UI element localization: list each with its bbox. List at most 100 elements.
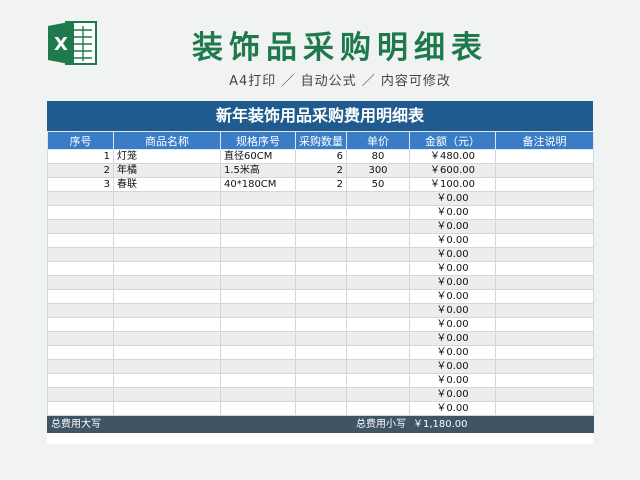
cell-price[interactable]: 50 [346, 177, 410, 192]
cell-name[interactable] [113, 289, 221, 304]
cell-spec[interactable] [220, 289, 296, 304]
cell-name[interactable] [113, 233, 221, 248]
cell-no[interactable] [47, 359, 114, 374]
cell-spec[interactable]: 直径60CM [220, 149, 296, 164]
cell-no[interactable] [47, 191, 114, 206]
cell-no[interactable]: 2 [47, 163, 114, 178]
cell-spec[interactable]: 1.5米高 [220, 163, 296, 178]
cell-qty[interactable] [295, 275, 347, 290]
cell-note[interactable] [495, 177, 594, 192]
cell-spec[interactable] [220, 359, 296, 374]
cell-name[interactable] [113, 247, 221, 262]
footer-note-cell[interactable] [495, 415, 594, 433]
cell-price[interactable] [346, 233, 410, 248]
cell-note[interactable] [495, 289, 594, 304]
cell-qty[interactable] [295, 247, 347, 262]
cell-no[interactable] [47, 387, 114, 402]
cell-qty[interactable] [295, 219, 347, 234]
cell-note[interactable] [495, 303, 594, 318]
cell-amount[interactable]: ￥0.00 [409, 387, 496, 402]
cell-price[interactable] [346, 261, 410, 276]
cell-no[interactable] [47, 303, 114, 318]
cell-amount[interactable]: ￥0.00 [409, 317, 496, 332]
cell-spec[interactable] [220, 191, 296, 206]
cell-name[interactable]: 年橘 [113, 163, 221, 178]
total-lower-value[interactable]: ￥1,180.00 [409, 415, 496, 433]
cell-spec[interactable] [220, 345, 296, 360]
cell-spec[interactable] [220, 331, 296, 346]
cell-note[interactable] [495, 247, 594, 262]
col-header-no[interactable]: 序号 [47, 131, 114, 150]
cell-note[interactable] [495, 401, 594, 416]
cell-spec[interactable] [220, 233, 296, 248]
cell-spec[interactable] [220, 373, 296, 388]
cell-no[interactable] [47, 373, 114, 388]
cell-note[interactable] [495, 317, 594, 332]
cell-note[interactable] [495, 261, 594, 276]
cell-qty[interactable] [295, 303, 347, 318]
cell-qty[interactable] [295, 331, 347, 346]
cell-price[interactable] [346, 219, 410, 234]
cell-qty[interactable] [295, 261, 347, 276]
cell-qty[interactable] [295, 345, 347, 360]
cell-note[interactable] [495, 163, 594, 178]
cell-price[interactable] [346, 317, 410, 332]
cell-spec[interactable] [220, 205, 296, 220]
cell-no[interactable] [47, 205, 114, 220]
cell-price[interactable] [346, 289, 410, 304]
cell-no[interactable] [47, 317, 114, 332]
cell-no[interactable] [47, 331, 114, 346]
cell-price[interactable] [346, 387, 410, 402]
cell-name[interactable] [113, 261, 221, 276]
cell-no[interactable] [47, 289, 114, 304]
cell-price[interactable]: 80 [346, 149, 410, 164]
cell-name[interactable] [113, 303, 221, 318]
cell-spec[interactable] [220, 387, 296, 402]
col-header-note[interactable]: 备注说明 [495, 131, 594, 150]
cell-no[interactable] [47, 261, 114, 276]
cell-no[interactable] [47, 345, 114, 360]
cell-no[interactable] [47, 275, 114, 290]
cell-qty[interactable] [295, 205, 347, 220]
cell-price[interactable] [346, 401, 410, 416]
cell-name[interactable] [113, 205, 221, 220]
cell-qty[interactable] [295, 359, 347, 374]
cell-note[interactable] [495, 373, 594, 388]
cell-qty[interactable] [295, 401, 347, 416]
cell-no[interactable] [47, 219, 114, 234]
cell-amount[interactable]: ￥0.00 [409, 233, 496, 248]
cell-note[interactable] [495, 233, 594, 248]
cell-amount[interactable]: ￥100.00 [409, 177, 496, 192]
cell-price[interactable] [346, 205, 410, 220]
cell-no[interactable]: 3 [47, 177, 114, 192]
cell-qty[interactable] [295, 317, 347, 332]
cell-note[interactable] [495, 331, 594, 346]
cell-price[interactable] [346, 247, 410, 262]
cell-amount[interactable]: ￥0.00 [409, 401, 496, 416]
cell-spec[interactable] [220, 401, 296, 416]
cell-name[interactable] [113, 275, 221, 290]
cell-amount[interactable]: ￥0.00 [409, 275, 496, 290]
cell-no[interactable]: 1 [47, 149, 114, 164]
cell-name[interactable] [113, 373, 221, 388]
cell-amount[interactable]: ￥0.00 [409, 191, 496, 206]
cell-spec[interactable] [220, 219, 296, 234]
cell-amount[interactable]: ￥0.00 [409, 303, 496, 318]
col-header-qty[interactable]: 采购数量 [295, 131, 347, 150]
cell-price[interactable] [346, 331, 410, 346]
cell-qty[interactable]: 2 [295, 163, 347, 178]
cell-name[interactable] [113, 219, 221, 234]
cell-amount[interactable]: ￥0.00 [409, 331, 496, 346]
cell-name[interactable] [113, 401, 221, 416]
cell-price[interactable] [346, 359, 410, 374]
cell-amount[interactable]: ￥0.00 [409, 205, 496, 220]
cell-qty[interactable] [295, 191, 347, 206]
cell-price[interactable]: 300 [346, 163, 410, 178]
cell-amount[interactable]: ￥0.00 [409, 373, 496, 388]
cell-amount[interactable]: ￥0.00 [409, 219, 496, 234]
cell-note[interactable] [495, 191, 594, 206]
cell-price[interactable] [346, 373, 410, 388]
cell-qty[interactable] [295, 373, 347, 388]
cell-no[interactable] [47, 401, 114, 416]
cell-qty[interactable] [295, 289, 347, 304]
